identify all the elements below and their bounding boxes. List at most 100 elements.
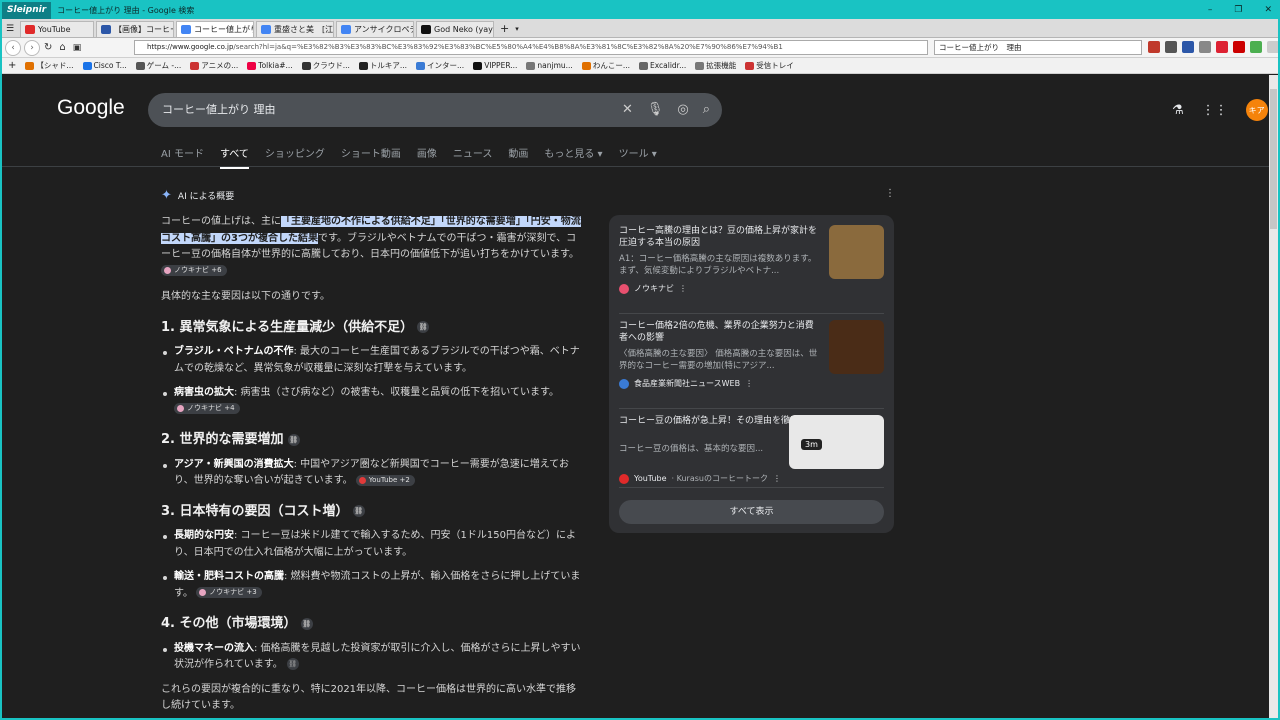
yahoo-icon[interactable] (1233, 41, 1245, 53)
bookmark-label: ゲーム -... (146, 61, 182, 70)
source-card[interactable]: コーヒー高騰の理由とは？豆の価格上昇が家計を圧迫する本当の原因 A1：コーヒー価格… (619, 225, 884, 305)
tab-list-icon[interactable]: ▾ (515, 21, 519, 37)
back-icon[interactable]: ‹ (5, 39, 21, 56)
tab-label: コーヒー値上がり... (194, 24, 253, 34)
bookmark-item[interactable]: nanjmu... (526, 60, 573, 71)
source-site: 食品産業新聞社ニュースWEB ⋮ (619, 378, 753, 389)
close-icon[interactable]: ✕ (1264, 2, 1272, 19)
home-icon[interactable]: ⌂ (59, 42, 65, 53)
list-item: 病害虫の拡大: 病害虫（さび病など）の被害も、収穫量と品質の低下を招いています。… (161, 385, 583, 418)
forward-icon[interactable]: › (24, 39, 40, 56)
link-icon[interactable]: ⛓ (287, 433, 300, 446)
bookmark-icon (247, 61, 257, 70)
bookmark-item[interactable]: VIPPER... (473, 60, 517, 71)
list-item: ブラジル・ベトナムの不作: 最大のコーヒー生産国であるブラジルでの干ばつや霜、ベ… (161, 344, 583, 377)
url-host: https://www.google.co.jp (147, 43, 234, 51)
more-icon[interactable]: ⋮ (679, 284, 687, 293)
bookmark-label: クラウド... (312, 61, 350, 70)
link-icon[interactable]: ⛓ (286, 658, 299, 670)
google-icon[interactable] (1250, 41, 1262, 53)
bookmark-item[interactable]: 【シャド... (25, 60, 74, 71)
lead-text: 具体的な主な要因は以下の通りです。 (161, 291, 330, 302)
tab-1[interactable]: 【画像】コーヒーの... (96, 21, 174, 37)
citation-chip[interactable]: YouTube +2 (355, 474, 415, 486)
bookmark-item[interactable]: インター... (416, 60, 464, 71)
google-logo[interactable]: Google (57, 96, 125, 120)
bookmark-item[interactable]: わんこー... (581, 60, 630, 71)
tab-favicon-icon (261, 25, 271, 34)
search-results-page: Google コーヒー値上がり 理由 ✕ 🎙 ◎ ⌕ ⚗ ⋮⋮ キア AI モー… (2, 75, 1270, 718)
list-item: 輸送・肥料コストの高騰: 燃料費や物流コストの上昇が、輸入価格をさらに押し上げて… (161, 569, 583, 602)
url-path: /search?hl=ja&q=%E3%82%B3%E3%83%BC%E3%83… (233, 43, 783, 51)
google-search-input[interactable]: コーヒー値上がり 理由 ✕ 🎙 ◎ ⌕ (148, 93, 722, 127)
source-thumbnail[interactable]: 3m (789, 415, 884, 469)
ext-icon[interactable] (1182, 41, 1194, 53)
more-options-icon[interactable]: ⋮ (885, 188, 895, 199)
bullet-bold: 長期的な円安 (174, 530, 234, 541)
mic-icon[interactable]: 🎙 (647, 93, 664, 127)
tab-2[interactable]: コーヒー値上がり... (176, 21, 254, 37)
browser-window: Sleipnir コーヒー値上がり 理由 - Google 検索 – ❐ ✕ ☰… (0, 0, 1280, 720)
amazon-icon[interactable] (1199, 41, 1211, 53)
avatar[interactable]: キア (1245, 99, 1268, 121)
scrollbar-thumb[interactable] (1270, 89, 1277, 229)
lens-icon[interactable]: ◎ (677, 93, 688, 127)
citation-chip[interactable]: ノウキナビ +3 (196, 587, 262, 598)
youtube-icon[interactable] (1148, 41, 1160, 53)
citation-chip[interactable]: ノウキナビ +6 (161, 265, 227, 276)
link-icon[interactable]: ⛓ (417, 321, 430, 333)
tab-favicon-icon (421, 25, 431, 34)
search-icon[interactable]: ⌕ (703, 93, 710, 127)
new-tab-icon[interactable]: + (500, 21, 509, 37)
source-thumbnail[interactable] (829, 225, 884, 279)
bookmark-item[interactable]: ゲーム -... (135, 60, 182, 71)
bookmark-item[interactable]: 受信トレイ (745, 60, 794, 71)
add-bookmark-icon[interactable]: + (8, 60, 16, 71)
scrollbar[interactable] (1269, 75, 1278, 718)
minimize-icon[interactable]: – (1208, 2, 1213, 19)
tab-5[interactable]: God Neko (yaye... (416, 21, 494, 37)
bookmark-label: わんこー... (592, 61, 630, 70)
source-thumbnail[interactable] (829, 320, 884, 374)
labs-icon[interactable]: ⚗ (1172, 103, 1184, 118)
rakuten-icon[interactable] (1216, 41, 1228, 53)
bookmark-item[interactable]: 拡張機能 (695, 60, 736, 71)
bookmark-item[interactable]: トルキア... (358, 60, 407, 71)
tab-0[interactable]: YouTube (20, 21, 94, 37)
tab-4[interactable]: アンサイクロペディ... (336, 21, 414, 37)
bookmark-icon (135, 61, 145, 70)
app-logo: Sleipnir (2, 2, 52, 19)
bookmark-label: Cisco T... (93, 61, 127, 70)
more-icon[interactable]: ⋮ (773, 474, 781, 483)
search-box[interactable]: コーヒー値上がり 理由 (934, 40, 1142, 55)
tab-favicon-icon (25, 25, 35, 34)
bookmark-item[interactable]: Cisco T... (82, 60, 127, 71)
citation-chip[interactable]: ノウキナビ +4 (174, 403, 240, 414)
bookmark-item[interactable]: Excalidr... (638, 60, 686, 71)
source-title: コーヒー高騰の理由とは？豆の価格上昇が家計を圧迫する本当の原因 (619, 226, 818, 248)
bookmarks-icon[interactable]: ▣ (73, 43, 82, 53)
reload-icon[interactable]: ↻ (44, 42, 52, 53)
ai-overview-title: AI による概要 (177, 192, 235, 202)
section-title: 2. 世界的な需要増加 (161, 432, 284, 447)
address-bar[interactable]: https://www.google.co.jp/search?hl=ja&q=… (134, 40, 928, 55)
tab-menu-icon[interactable]: ☰ (2, 21, 18, 37)
menu-icon[interactable] (1267, 41, 1278, 53)
more-icon[interactable]: ⋮ (745, 379, 753, 388)
bookmark-item[interactable]: クラウド... (301, 60, 350, 71)
bookmark-icon (301, 61, 311, 70)
bookmark-item[interactable]: Tolkia#... (247, 60, 293, 71)
source-card[interactable]: コーヒー価格2倍の危機、業界の企業努力と消費者への影響 〈価格高騰の主な要因〉 価… (619, 320, 884, 400)
bookmark-label: 拡張機能 (706, 61, 737, 70)
x-icon[interactable] (1165, 41, 1177, 53)
link-icon[interactable]: ⛓ (352, 505, 365, 517)
tab-3[interactable]: 重盛さと美 [江... (256, 21, 334, 37)
show-all-button[interactable]: すべて表示 (619, 500, 884, 524)
apps-icon[interactable]: ⋮⋮ (1202, 103, 1228, 118)
bookmark-item[interactable]: アニメの... (190, 60, 238, 71)
clear-icon[interactable]: ✕ (622, 93, 633, 127)
link-icon[interactable]: ⛓ (300, 617, 313, 630)
source-card[interactable]: コーヒー豆の価格が急上昇！その理由を徹底解説 コーヒー豆の価格は、基本的な要因..… (619, 415, 884, 495)
bookmark-icon (581, 61, 591, 70)
restore-icon[interactable]: ❐ (1234, 2, 1242, 19)
